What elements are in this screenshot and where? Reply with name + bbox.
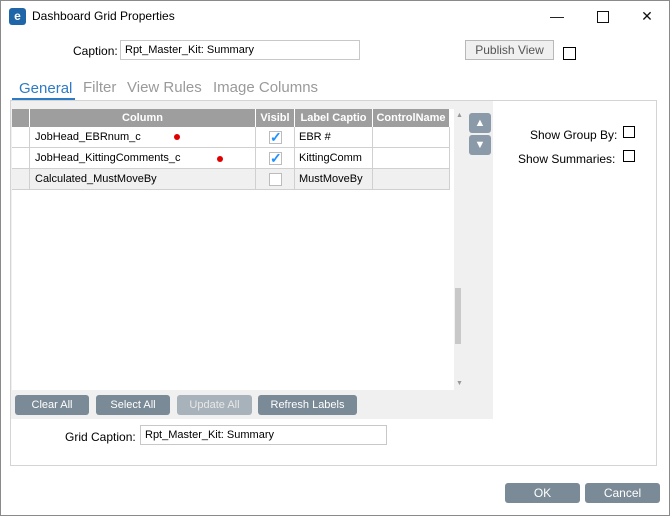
close-button[interactable]: ✕ [624,1,670,31]
show-summaries-label: Show Summaries: [518,152,616,166]
grid-scrollbar[interactable] [454,109,466,390]
clear-all-button[interactable]: Clear All [15,395,89,415]
maximize-icon [597,11,609,23]
grid-header-selector [12,109,30,127]
show-group-by-label: Show Group By: [530,128,618,142]
cell-control-name[interactable] [373,127,450,148]
required-marker-icon [174,134,180,140]
scroll-thumb[interactable] [455,288,461,344]
caption-input[interactable]: Rpt_Master_Kit: Summary [120,40,360,60]
maximize-button[interactable] [580,1,626,31]
refresh-labels-button[interactable]: Refresh Labels [258,395,357,415]
cell-visible[interactable] [256,127,295,148]
grid-caption-input[interactable]: Rpt_Master_Kit: Summary [140,425,387,445]
cancel-button[interactable]: Cancel [585,483,660,503]
move-up-button[interactable]: ▲ [469,113,491,133]
cell-column[interactable]: Calculated_MustMoveBy [30,169,256,190]
cell-visible[interactable] [256,148,295,169]
grid-header-label-caption[interactable]: Label Captio [295,109,373,127]
publish-checkbox[interactable] [563,47,576,60]
grid-caption-label: Grid Caption: [65,430,136,444]
show-summaries-checkbox[interactable] [623,150,635,162]
row-selector[interactable] [12,127,30,148]
visible-checkbox[interactable] [269,148,282,168]
window-title: Dashboard Grid Properties [32,9,175,23]
table-row[interactable]: JobHead_EBRnum_c EBR # [12,127,450,148]
tab-image-columns[interactable]: Image Columns [213,79,318,96]
publish-view-button[interactable]: Publish View [465,40,554,60]
minimize-button[interactable]: — [534,1,580,31]
tab-filter[interactable]: Filter [83,79,116,96]
cell-control-name[interactable] [373,169,450,190]
scroll-up-icon[interactable]: ▲ [456,112,463,119]
table-row[interactable]: Calculated_MustMoveBy MustMoveBy [12,169,450,190]
ok-button[interactable]: OK [505,483,580,503]
row-selector[interactable] [12,169,30,190]
visible-checkbox[interactable] [269,173,282,186]
tab-view-rules[interactable]: View Rules [127,79,202,96]
cell-label-caption[interactable]: KittingComm [295,148,373,169]
tab-general[interactable]: General [19,80,72,97]
column-grid[interactable]: Column Visibl Label Captio ControlName J… [12,109,466,390]
show-group-by-checkbox[interactable] [623,126,635,138]
cell-column[interactable]: JobHead_EBRnum_c [30,127,256,148]
grid-header-visible[interactable]: Visibl [256,109,295,127]
caption-label: Caption: [73,44,118,58]
cell-label-caption[interactable]: MustMoveBy [295,169,373,190]
update-all-button[interactable]: Update All [177,395,252,415]
row-selector[interactable] [12,148,30,169]
visible-checkbox[interactable] [269,127,282,147]
cell-label-caption[interactable]: EBR # [295,127,373,148]
app-icon: e [9,8,26,25]
required-marker-icon [217,156,223,162]
grid-header-control-name[interactable]: ControlName [373,109,450,127]
move-down-button[interactable]: ▼ [469,135,491,155]
cell-control-name[interactable] [373,148,450,169]
grid-header-column[interactable]: Column [30,109,256,127]
cell-visible[interactable] [256,169,295,190]
table-row[interactable]: JobHead_KittingComments_c KittingComm [12,148,450,169]
select-all-button[interactable]: Select All [96,395,170,415]
scroll-down-icon[interactable]: ▼ [456,380,463,387]
